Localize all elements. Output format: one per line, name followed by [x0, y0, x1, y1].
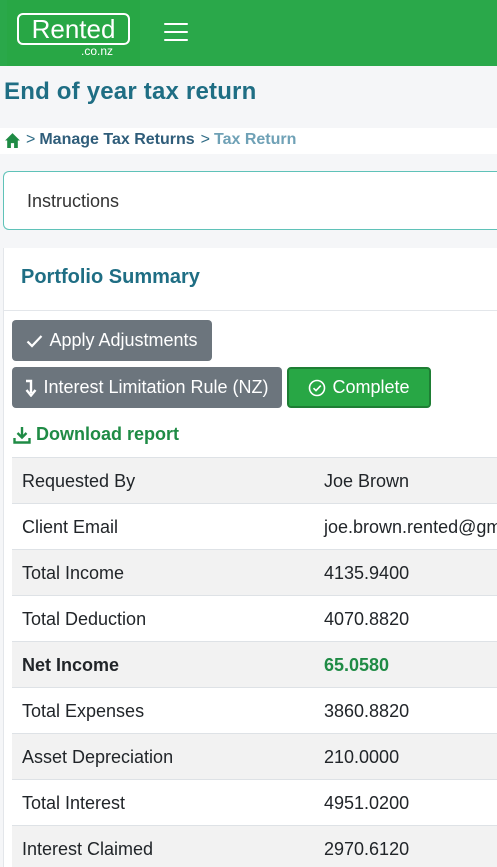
card-header: Portfolio Summary: [4, 248, 497, 311]
breadcrumb-current: Tax Return: [213, 131, 297, 148]
interest-limitation-label: Interest Limitation Rule (NZ): [43, 377, 269, 397]
row-label: Client Email: [22, 517, 119, 537]
table-row: Asset Depreciation 210.0000: [12, 734, 497, 780]
download-report-link[interactable]: Download report: [13, 424, 179, 445]
instructions-label: Instructions: [27, 191, 120, 211]
logo: Rented: [17, 13, 130, 45]
breadcrumb-manage-tax-returns[interactable]: Manage Tax Returns: [39, 131, 194, 149]
table-row: Total Interest 4951.0200: [12, 780, 497, 826]
logo-link[interactable]: Rented .co.nz: [7, 0, 140, 66]
table-row: Total Expenses 3860.8820: [12, 688, 497, 734]
table-row: Requested By Joe Brown: [12, 458, 497, 504]
row-value: 4135.9400: [324, 563, 410, 583]
download-report-label: Download report: [36, 424, 179, 444]
check-icon: [27, 334, 43, 348]
row-label: Asset Depreciation: [22, 747, 174, 767]
menu-toggle-icon[interactable]: [160, 19, 190, 45]
complete-label: Complete: [332, 377, 410, 397]
row-label: Total Interest: [22, 793, 126, 813]
breadcrumb: > Manage Tax Returns > Tax Return: [4, 131, 296, 149]
row-label: Total Expenses: [22, 701, 145, 721]
check-circle-icon: [309, 379, 326, 396]
row-value: Joe Brown: [324, 471, 410, 491]
row-value: joe.brown.rented@gm: [324, 517, 497, 537]
logo-subtext: .co.nz: [80, 44, 113, 58]
interest-limitation-button[interactable]: Interest Limitation Rule (NZ): [12, 367, 282, 408]
table-row-net-income: Net Income 65.0580: [12, 642, 497, 688]
page-title: End of year tax return: [4, 78, 257, 105]
row-value: 2970.6120: [324, 839, 410, 859]
table-row: Total Deduction 4070.8820: [12, 596, 497, 642]
row-value: 65.0580: [324, 655, 390, 675]
row-value: 3860.8820: [324, 701, 410, 721]
row-label: Total Income: [22, 563, 125, 583]
home-icon[interactable]: [4, 132, 21, 149]
turn-down-arrow-icon: [26, 379, 37, 397]
download-icon: [13, 426, 31, 444]
table-row: Interest Claimed 2970.6120: [12, 826, 497, 867]
complete-button[interactable]: Complete: [287, 367, 431, 408]
apply-adjustments-label: Apply Adjustments: [49, 330, 198, 350]
card-title: Portfolio Summary: [21, 266, 200, 288]
breadcrumb-separator: >: [26, 131, 36, 148]
apply-adjustments-button[interactable]: Apply Adjustments: [12, 320, 212, 361]
summary-table: Requested By Joe Brown Client Email joe.…: [12, 457, 497, 867]
row-label: Requested By: [22, 471, 136, 491]
row-value: 4951.0200: [324, 793, 410, 813]
row-label: Total Deduction: [22, 609, 147, 629]
row-value: 4070.8820: [324, 609, 410, 629]
breadcrumb-separator: >: [200, 131, 210, 148]
instructions-panel[interactable]: Instructions: [3, 171, 497, 230]
top-navbar: Rented .co.nz: [0, 0, 497, 66]
row-value: 210.0000: [324, 747, 400, 767]
row-label: Net Income: [22, 655, 120, 675]
row-label: Interest Claimed: [22, 839, 154, 859]
table-row: Total Income 4135.9400: [12, 550, 497, 596]
table-row: Client Email joe.brown.rented@gm: [12, 504, 497, 550]
